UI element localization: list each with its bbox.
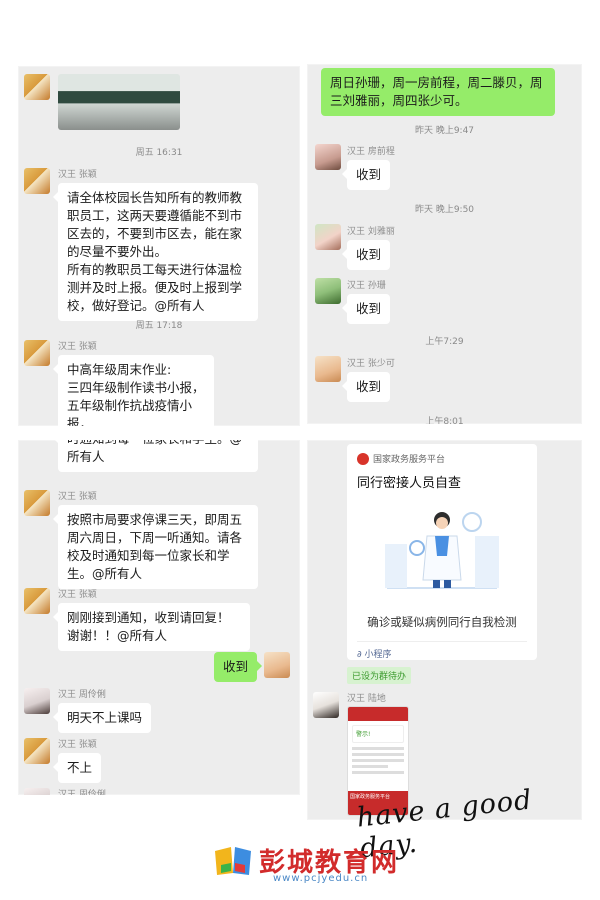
chat-panel-3: 时通知到每一位家长和学生。@所有人 汉王 张颖 按照市局要求停课三天，即周五周六… bbox=[18, 440, 300, 795]
message-bubble[interactable]: 收到 bbox=[341, 372, 391, 402]
avatar[interactable] bbox=[24, 490, 50, 516]
text-line bbox=[352, 765, 388, 768]
book-logo-icon bbox=[215, 846, 251, 875]
thumbnail-header-bar bbox=[348, 707, 408, 721]
avatar[interactable] bbox=[24, 340, 50, 366]
message-bubble[interactable]: 明天不上课吗 bbox=[52, 703, 152, 733]
card-title: 同行密接人员自查 bbox=[357, 476, 462, 491]
message-bubble[interactable]: 不上 bbox=[52, 753, 102, 783]
message-bubble-self[interactable]: 收到 bbox=[214, 652, 263, 682]
avatar[interactable] bbox=[313, 692, 339, 718]
sender-name: 汉王 张颖 bbox=[58, 740, 97, 750]
avatar[interactable] bbox=[315, 278, 341, 304]
text-line bbox=[352, 771, 404, 774]
message-bubble[interactable]: 时通知到每一位家长和学生。@所有人 bbox=[53, 440, 258, 472]
sender-name: 汉王 房前程 bbox=[347, 147, 395, 157]
sender-name: 汉王 张颖 bbox=[58, 492, 97, 502]
timestamp: 上午7:29 bbox=[425, 337, 464, 347]
sender-name: 汉王 周伶俐 bbox=[58, 790, 106, 795]
chat-panel-4: 国家政务服务平台 同行密接人员自查 确诊或疑似病例同行自我检测 ∂ 小程序 已设… bbox=[307, 440, 582, 820]
timestamp: 昨天 晚上9:47 bbox=[414, 126, 475, 136]
sender-name: 汉王 张颖 bbox=[58, 170, 97, 180]
message-bubble[interactable]: 中高年级周末作业: 三四年级制作读书小报， 五年级制作抗战疫情小报， 六年级制作… bbox=[53, 355, 214, 426]
sender-name: 汉王 张颖 bbox=[58, 590, 97, 600]
site-url[interactable]: www.pcjyedu.cn bbox=[273, 873, 368, 884]
text-line bbox=[352, 753, 404, 756]
timestamp: 上午8:01 bbox=[425, 417, 464, 424]
message-bubble[interactable]: 收到 bbox=[341, 160, 391, 190]
site-logo[interactable]: 彭城教育网 www.pcjyedu.cn bbox=[213, 842, 399, 884]
avatar[interactable] bbox=[24, 738, 50, 764]
pinned-todo-badge[interactable]: 已设为群待办 bbox=[347, 667, 412, 684]
timestamp: 周五 16:31 bbox=[135, 148, 183, 158]
avatar[interactable] bbox=[315, 356, 341, 382]
card-description: 确诊或疑似病例同行自我检测 bbox=[367, 615, 517, 629]
sender-name: 汉王 张少可 bbox=[347, 359, 395, 369]
avatar[interactable] bbox=[24, 168, 50, 194]
divider bbox=[357, 641, 527, 642]
avatar[interactable] bbox=[24, 788, 50, 795]
message-bubble[interactable]: 请全体校园长告知所有的教师教职员工，这两天要遵循能不到市区去的，不要到市区去，能… bbox=[53, 183, 258, 321]
sender-name: 汉王 刘雅丽 bbox=[347, 227, 395, 237]
avatar[interactable] bbox=[24, 74, 50, 100]
text-line bbox=[352, 759, 404, 762]
avatar[interactable] bbox=[315, 224, 341, 250]
avatar[interactable] bbox=[264, 652, 290, 678]
message-bubble-self[interactable]: 周日孙珊，周一房前程，周二滕贝，周三刘雅丽，周四张少可。 bbox=[321, 68, 555, 116]
message-bubble[interactable]: 收到 bbox=[341, 240, 391, 270]
avatar[interactable] bbox=[24, 688, 50, 714]
warning-badge: 警示! bbox=[352, 725, 404, 743]
text-line bbox=[352, 747, 404, 750]
message-bubble[interactable]: 按照市局要求停课三天，即周五周六周日，下周一听通知。请各校及时通知到每一位家长和… bbox=[53, 505, 258, 589]
doctor-illustration-icon bbox=[385, 512, 499, 589]
chat-panel-2: 周日孙珊，周一房前程，周二滕贝，周三刘雅丽，周四张少可。 昨天 晚上9:47 汉… bbox=[307, 64, 582, 424]
timestamp: 昨天 晚上9:50 bbox=[414, 205, 475, 215]
card-org: 国家政务服务平台 bbox=[357, 452, 445, 465]
card-org-name: 国家政务服务平台 bbox=[373, 455, 446, 465]
sender-name: 汉王 张颖 bbox=[58, 342, 97, 352]
sender-name: 汉王 孙珊 bbox=[347, 281, 386, 291]
avatar[interactable] bbox=[315, 144, 341, 170]
message-bubble[interactable]: 刚刚接到通知，收到请回复！谢谢！！@所有人 bbox=[53, 603, 250, 651]
timestamp: 周五 17:18 bbox=[135, 321, 183, 331]
classroom-photo[interactable] bbox=[58, 74, 180, 130]
national-emblem-icon bbox=[357, 452, 369, 465]
mini-program-icon: ∂ bbox=[357, 650, 362, 660]
avatar[interactable] bbox=[24, 588, 50, 614]
mini-program-label: ∂ 小程序 bbox=[357, 647, 392, 660]
chat-panel-1: 周五 16:31 汉王 张颖 请全体校园长告知所有的教师教职员工，这两天要遵循能… bbox=[18, 66, 300, 426]
sender-name: 汉王 陆地 bbox=[347, 694, 386, 704]
message-bubble[interactable]: 收到 bbox=[341, 294, 391, 324]
mini-program-card[interactable]: 国家政务服务平台 同行密接人员自查 确诊或疑似病例同行自我检测 ∂ 小程序 bbox=[347, 444, 537, 660]
sender-name: 汉王 周伶俐 bbox=[58, 690, 106, 700]
mini-program-text: 小程序 bbox=[364, 650, 392, 660]
